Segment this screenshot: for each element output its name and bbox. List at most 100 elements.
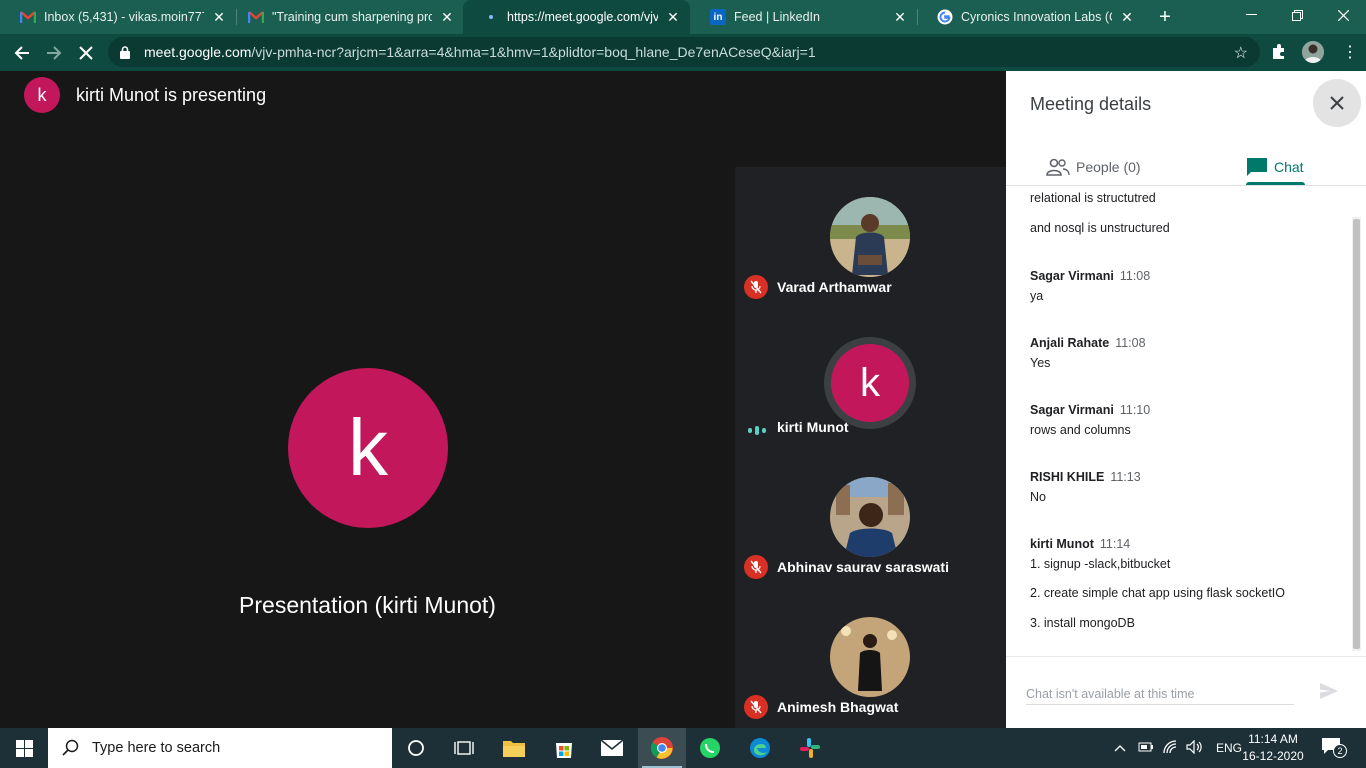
message-text: ya — [1030, 289, 1044, 303]
tab-chat-label: Chat — [1274, 159, 1304, 175]
chat-message: Anjali Rahate 11:08 Yes — [1030, 336, 1330, 370]
microsoft-store-icon[interactable] — [540, 728, 588, 768]
tab-linkedin[interactable]: in Feed | LinkedIn ✕ — [690, 0, 917, 34]
whatsapp-icon[interactable] — [686, 728, 734, 768]
tab-google-meet[interactable]: https://meet.google.com/vjv-p ✕ — [463, 0, 690, 34]
tab-close-icon[interactable]: ✕ — [440, 9, 454, 26]
chevron-up-icon[interactable] — [1114, 741, 1126, 755]
tab-title: "Training cum sharpening prog — [272, 10, 432, 24]
windows-taskbar: Type here to search ENG 11:14 AM 16-12-2… — [0, 728, 1366, 768]
tab-close-icon[interactable]: ✕ — [212, 9, 226, 26]
muted-mic-icon — [744, 275, 768, 299]
profile-avatar[interactable] — [1302, 41, 1324, 63]
new-tab-button[interactable]: + — [1154, 4, 1176, 30]
chat-message: RISHI KHILE 11:13 No — [1030, 470, 1330, 504]
message-text: No — [1030, 490, 1046, 504]
system-tray: ENG — [1110, 728, 1242, 768]
divider — [1006, 656, 1366, 657]
clock-date: 16-12-2020 — [1242, 749, 1304, 763]
edge-icon[interactable] — [736, 728, 784, 768]
battery-icon[interactable] — [1138, 741, 1154, 756]
tab-gmail-training[interactable]: "Training cum sharpening prog ✕ — [228, 0, 464, 34]
browser-tab-strip: Inbox (5,431) - vikas.moin777@ ✕ "Traini… — [0, 0, 1366, 34]
muted-mic-icon — [744, 555, 768, 579]
chat-message: kirti Munot 11:14 1. signup -slack,bitbuc… — [1030, 537, 1330, 571]
windows-start-icon[interactable] — [0, 728, 48, 768]
message-text: and nosql is unstructured — [1030, 221, 1170, 235]
minimize-icon[interactable] — [1228, 0, 1274, 30]
restore-icon[interactable] — [1274, 0, 1320, 30]
presenting-banner: k kirti Munot is presenting — [24, 77, 266, 113]
message-sender: Sagar Virmani — [1030, 403, 1114, 417]
speaking-indicator-icon — [748, 423, 766, 437]
slack-icon[interactable] — [786, 728, 834, 768]
linkedin-icon: in — [710, 9, 726, 25]
search-icon — [62, 739, 79, 756]
back-arrow-icon[interactable] — [8, 39, 36, 67]
address-bar[interactable]: meet.google.com/vjv-pmha-ncr?arjcm=1&arr… — [108, 37, 1260, 67]
tab-cyronics[interactable]: Cyronics Innovation Labs (OPC ✕ — [917, 0, 1144, 34]
participant-tile[interactable]: k kirti Munot — [735, 307, 1006, 447]
tab-close-icon[interactable]: ✕ — [1120, 9, 1134, 26]
participant-strip: Varad Arthamwar k kirti Munot Abhinav sa… — [735, 167, 1006, 728]
gmail-icon — [248, 9, 264, 25]
loading-icon — [483, 9, 499, 25]
gmail-icon — [20, 9, 36, 25]
tab-chat[interactable]: Chat — [1246, 149, 1304, 185]
lock-icon — [120, 45, 134, 59]
language-indicator[interactable]: ENG — [1216, 741, 1242, 755]
message-time: 11:13 — [1110, 470, 1141, 484]
chat-message: and nosql is unstructured — [1030, 221, 1330, 235]
send-icon[interactable] — [1319, 682, 1339, 702]
chat-messages: relational is structutred and nosql is u… — [1006, 186, 1366, 656]
tab-title: https://meet.google.com/vjv-p — [507, 10, 658, 24]
scrollbar-thumb[interactable] — [1353, 219, 1360, 649]
close-panel-button[interactable] — [1313, 79, 1361, 127]
volume-icon[interactable] — [1186, 739, 1204, 757]
panel-title: Meeting details — [1030, 94, 1152, 114]
participant-tile[interactable]: Varad Arthamwar — [735, 167, 1006, 307]
presentation-label: Presentation (kirti Munot) — [239, 592, 496, 618]
chat-icon — [1247, 158, 1267, 176]
browser-toolbar: meet.google.com/vjv-pmha-ncr?arjcm=1&arr… — [0, 34, 1366, 71]
cortana-icon[interactable] — [392, 728, 440, 768]
participant-name: Animesh Bhagwat — [777, 699, 899, 715]
stop-loading-icon[interactable] — [72, 39, 100, 67]
bookmark-star-icon[interactable]: ☆ — [1234, 43, 1248, 63]
browser-menu-icon[interactable]: ⋮ — [1342, 40, 1358, 66]
tab-gmail-inbox[interactable]: Inbox (5,431) - vikas.moin777@ ✕ — [0, 0, 236, 34]
tab-people[interactable]: People (0) — [1046, 149, 1141, 185]
message-time: 11:08 — [1115, 336, 1146, 350]
participant-name: Varad Arthamwar — [777, 279, 892, 295]
tab-close-icon[interactable]: ✕ — [893, 9, 907, 26]
tab-title: Inbox (5,431) - vikas.moin777@ — [44, 10, 204, 24]
participant-tile[interactable]: Animesh Bhagwat — [735, 587, 1006, 727]
muted-mic-icon — [744, 695, 768, 719]
wifi-icon[interactable] — [1162, 739, 1178, 757]
url-host: meet.google.com — [144, 44, 252, 60]
tab-close-icon[interactable]: ✕ — [666, 9, 680, 26]
taskbar-search-box[interactable]: Type here to search — [48, 728, 392, 768]
message-text: 1. signup -slack,bitbucket — [1030, 557, 1171, 571]
task-view-icon[interactable] — [440, 728, 488, 768]
chrome-taskbar-icon[interactable] — [638, 728, 686, 768]
file-explorer-icon[interactable] — [490, 728, 538, 768]
forward-arrow-icon[interactable] — [40, 39, 68, 67]
meet-stage: k kirti Munot is presenting k Presentati… — [0, 71, 1006, 728]
chat-message: Sagar Virmani 11:08 ya — [1030, 269, 1330, 303]
taskbar-clock[interactable]: 11:14 AM 16-12-2020 — [1240, 731, 1306, 765]
url-path: /vjv-pmha-ncr?arjcm=1&arra=4&hma=1&hmv=1… — [251, 44, 816, 60]
people-icon — [1046, 158, 1070, 176]
notification-count: 2 — [1333, 744, 1347, 758]
participant-avatar: k — [831, 344, 909, 422]
chat-message: 2. create simple chat app using flask so… — [1030, 586, 1330, 600]
message-text: 3. install mongoDB — [1030, 616, 1135, 630]
mail-icon[interactable] — [588, 728, 636, 768]
participant-tile[interactable]: Abhinav saurav saraswati — [735, 447, 1006, 587]
notification-center-icon[interactable]: 2 — [1320, 736, 1350, 760]
window-close-icon[interactable] — [1320, 0, 1366, 30]
extensions-puzzle-icon[interactable] — [1270, 42, 1290, 62]
chat-message-input[interactable] — [1026, 683, 1294, 705]
chat-scrollbar[interactable] — [1352, 217, 1361, 651]
tab-title: Cyronics Innovation Labs (OPC — [961, 10, 1112, 24]
